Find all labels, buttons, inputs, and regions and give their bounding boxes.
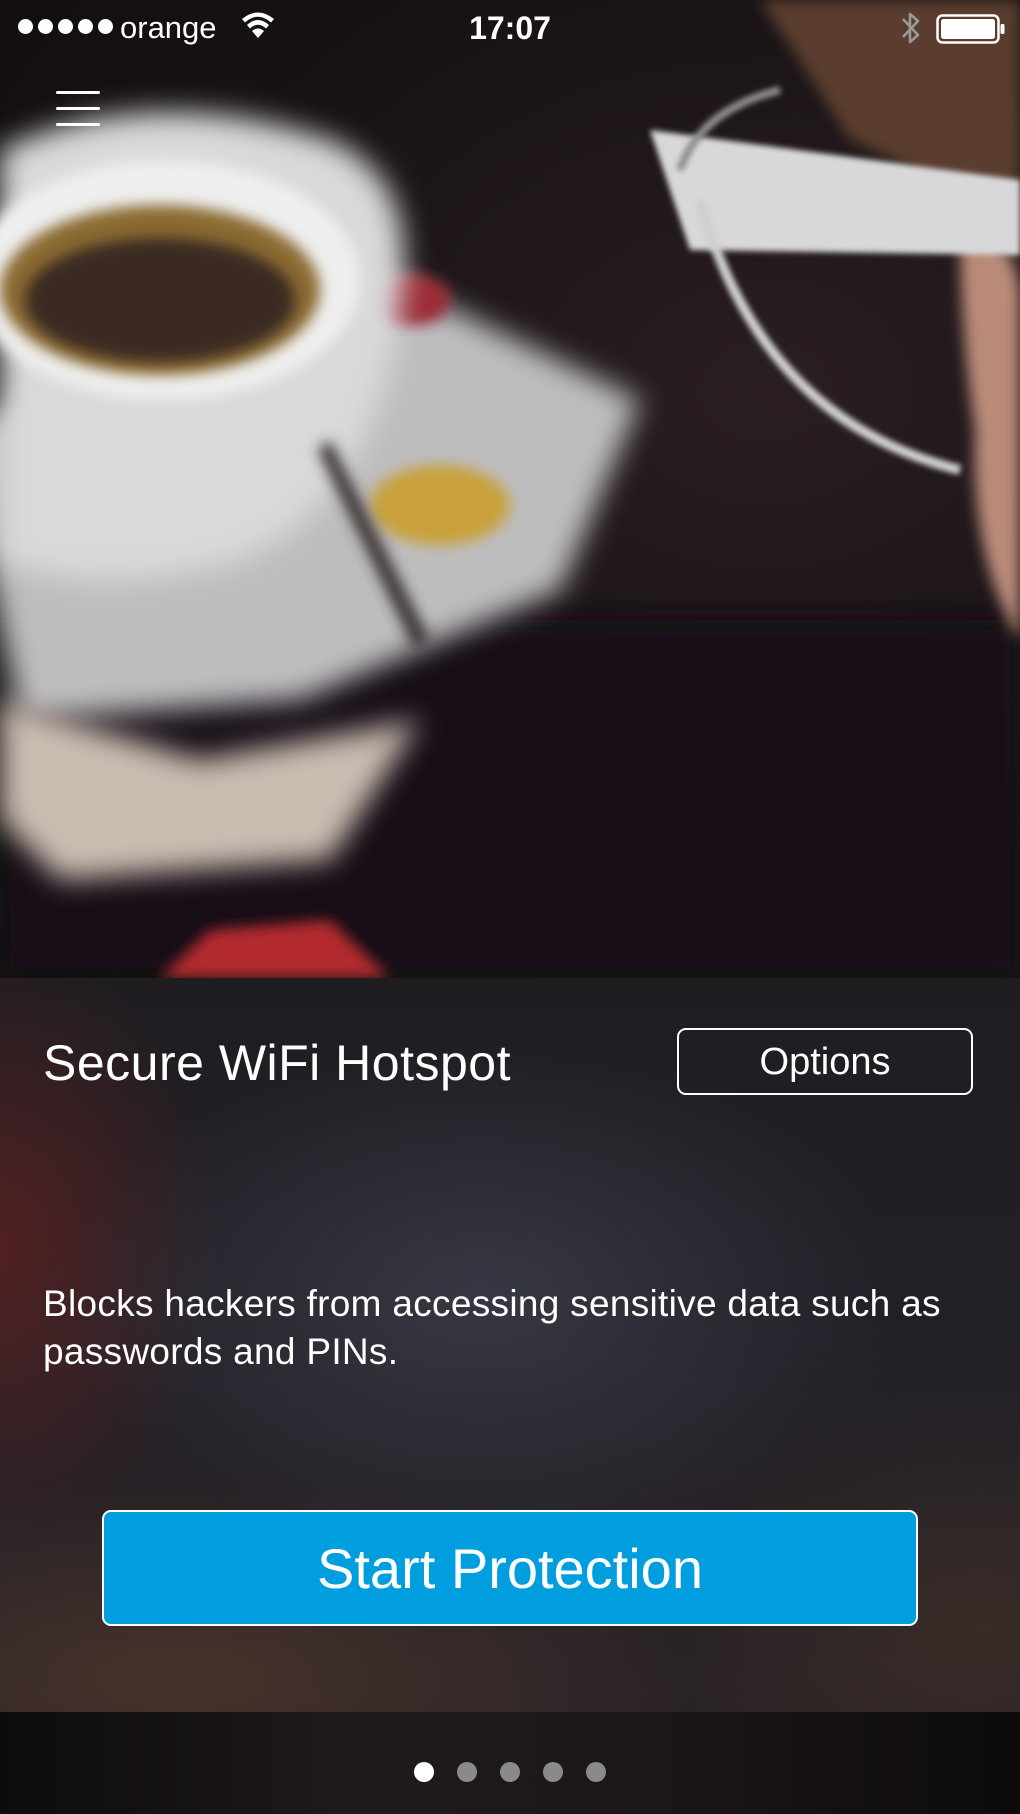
page-dot[interactable] xyxy=(414,1762,434,1782)
start-protection-button[interactable]: Start Protection xyxy=(102,1510,918,1626)
status-bar: orange 17:07 xyxy=(0,0,1020,56)
feature-title: Secure WiFi Hotspot xyxy=(43,1035,511,1091)
bluetooth-icon xyxy=(902,12,920,44)
page-dot[interactable] xyxy=(543,1762,563,1782)
page-dot[interactable] xyxy=(500,1762,520,1782)
options-button[interactable]: Options xyxy=(677,1028,973,1095)
page-dots xyxy=(414,1762,606,1782)
feature-panel: Secure WiFi Hotspot Options Blocks hacke… xyxy=(0,978,1020,1712)
app-screen: orange 17:07 Secure WiFi Hotspot Options… xyxy=(0,0,1020,1814)
hero-image xyxy=(0,0,1020,978)
hamburger-menu-icon[interactable] xyxy=(52,86,104,132)
page-indicator xyxy=(0,1712,1020,1814)
feature-description: Blocks hackers from accessing sensitive … xyxy=(43,1283,941,1372)
page-dot[interactable] xyxy=(586,1762,606,1782)
status-time: 17:07 xyxy=(469,10,551,46)
page-dot[interactable] xyxy=(457,1762,477,1782)
battery-icon xyxy=(936,14,1005,44)
